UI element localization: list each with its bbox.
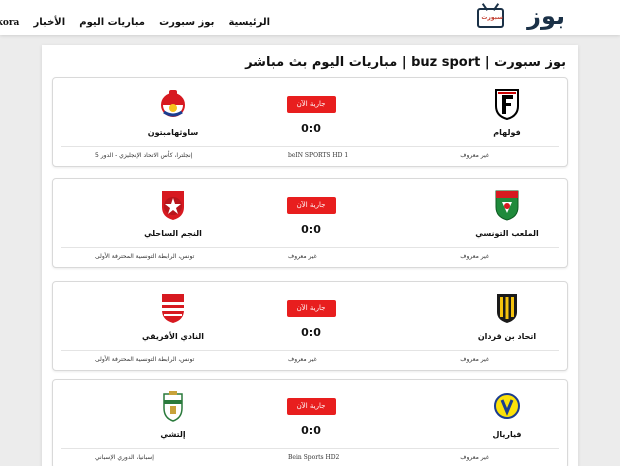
home-team-name: فولهام (493, 128, 521, 137)
villarreal-crest-icon (494, 393, 520, 419)
tv-channel: غير معروف (288, 253, 317, 260)
home-team[interactable]: الملعب التونسي (447, 189, 567, 238)
tv-channel: beIN SPORTS HD 1 (288, 152, 349, 159)
league-name: تونس، الرابطة التونسية المحترفة الأولى (95, 253, 195, 260)
live-status-button[interactable]: جارية الآن (286, 96, 336, 113)
live-status-button[interactable]: جارية الآن (286, 398, 336, 415)
commentator: غير معروف (460, 253, 489, 260)
nav-buz-kora[interactable]: buz kora (0, 18, 19, 28)
league-name: إسبانيا، الدوري الإسباني (95, 454, 154, 461)
main-content: بوز سبورت | buz sport | مباريات اليوم بث… (42, 45, 578, 466)
club-africain-crest-icon (162, 294, 184, 323)
top-navbar: بوز سبورت الرئيسية بوز سبورت مباريات الي… (0, 0, 620, 35)
tv-channel: Bein Sports HD2 (288, 454, 340, 461)
nav-buz-sport[interactable]: بوز سبورت (159, 17, 214, 28)
fulham-crest-icon (495, 89, 519, 121)
match-center: جارية الآن 0:0 (261, 393, 361, 437)
match-center: جارية الآن 0:0 (261, 295, 361, 339)
away-team[interactable]: إلتشي (113, 390, 233, 439)
tv-channel: غير معروف (288, 356, 317, 363)
away-team-name: إلتشي (160, 430, 186, 439)
etoile-sahel-crest-icon (162, 191, 184, 220)
match-score: 0:0 (301, 122, 321, 135)
league-name: إنجلترا، كأس الاتحاد الإنجليزي - الدور 5 (95, 152, 193, 159)
match-card[interactable]: فياريال جارية الآن 0:0 إلتشي غير معروف B… (52, 379, 568, 466)
main-nav: الرئيسية بوز سبورت مباريات اليوم الأخبار… (0, 10, 270, 28)
elche-crest-icon (163, 391, 183, 422)
match-score: 0:0 (301, 223, 321, 236)
home-team[interactable]: فولهام (447, 88, 567, 137)
logo-text: بوز (527, 2, 565, 30)
divider (61, 247, 559, 248)
home-team[interactable]: فياريال (447, 390, 567, 439)
logo-subtext: سبورت (481, 14, 503, 21)
home-team-name: الملعب التونسي (475, 229, 539, 238)
away-team[interactable]: النادي الأفريقي (113, 292, 233, 341)
commentator: غير معروف (460, 356, 489, 363)
page-title: بوز سبورت | buz sport | مباريات اليوم بث… (245, 55, 566, 70)
away-team-name: ساوثهامبتون (147, 128, 199, 137)
match-card[interactable]: اتحاد بن قردان جارية الآن 0:0 النادي الأ… (52, 281, 568, 371)
divider (61, 350, 559, 351)
stade-tunisien-crest-icon (495, 190, 519, 221)
home-team-name: فياريال (492, 430, 522, 439)
site-logo[interactable]: بوز سبورت (475, 2, 565, 32)
match-card[interactable]: فولهام جارية الآن 0:0 ساوثهامبتون غير مع… (52, 77, 568, 167)
nav-today-matches[interactable]: مباريات اليوم (79, 17, 145, 28)
live-status-button[interactable]: جارية الآن (286, 300, 336, 317)
away-team-name: النادي الأفريقي (141, 332, 204, 341)
home-team-name: اتحاد بن قردان (477, 332, 537, 341)
match-score: 0:0 (301, 424, 321, 437)
match-score: 0:0 (301, 326, 321, 339)
league-name: تونس، الرابطة التونسية المحترفة الأولى (95, 356, 195, 363)
divider (61, 448, 559, 449)
commentator: غير معروف (460, 454, 489, 461)
live-status-button[interactable]: جارية الآن (286, 197, 336, 214)
away-team[interactable]: النجم الساحلي (113, 189, 233, 238)
nav-news[interactable]: الأخبار (34, 17, 66, 28)
match-center: جارية الآن 0:0 (261, 91, 361, 135)
match-card[interactable]: الملعب التونسي جارية الآن 0:0 النجم السا… (52, 178, 568, 268)
commentator: غير معروف (460, 152, 489, 159)
nav-home[interactable]: الرئيسية (228, 17, 270, 28)
away-team-name: النجم الساحلي (144, 229, 202, 238)
match-center: جارية الآن 0:0 (261, 192, 361, 236)
ben-guerdane-crest-icon (497, 294, 517, 323)
home-team[interactable]: اتحاد بن قردان (447, 292, 567, 341)
tv-icon: سبورت (477, 8, 504, 28)
southampton-crest-icon (161, 90, 185, 117)
away-team[interactable]: ساوثهامبتون (113, 88, 233, 137)
divider (61, 146, 559, 147)
